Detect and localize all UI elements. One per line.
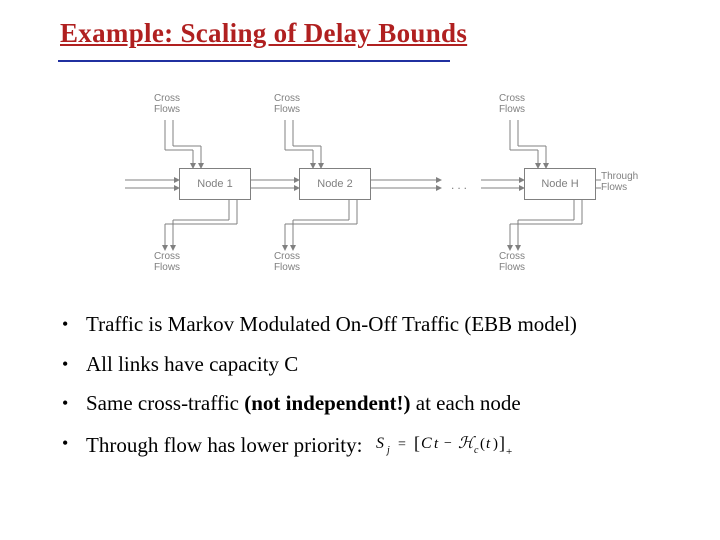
bullet-list: • Traffic is Markov Modulated On-Off Tra… [62, 312, 672, 477]
svg-text:): ) [493, 436, 498, 452]
svg-text:[: [ [414, 433, 420, 453]
bullet-item: • All links have capacity C [62, 352, 672, 378]
bullet-item: • Traffic is Markov Modulated On-Off Tra… [62, 312, 672, 338]
svg-text:]: ] [499, 433, 505, 453]
bullet-item: • Same cross-traffic (not independent!) … [62, 391, 672, 417]
bullet-dot-icon: • [62, 352, 86, 376]
network-diagram: Node 1 Node 2 Node H CrossFlows CrossFlo… [125, 90, 630, 285]
svg-text:−: − [444, 436, 452, 451]
svg-text:t: t [434, 436, 439, 452]
svg-text:t: t [486, 436, 491, 452]
priority-formula: S j = [ C t − ℋ c [374, 431, 534, 464]
diagram-arrows [125, 90, 630, 285]
svg-text:=: = [398, 437, 406, 452]
bullet-dot-icon: • [62, 391, 86, 415]
bullet-item: • Through flow has lower priority: S j =… [62, 431, 672, 464]
bullet-dot-icon: • [62, 431, 86, 455]
svg-text:S: S [376, 435, 384, 452]
title-underline-rule [58, 60, 450, 62]
bullet-dot-icon: • [62, 312, 86, 336]
slide-title: Example: Scaling of Delay Bounds [60, 18, 467, 49]
bullet-text: Traffic is Markov Modulated On-Off Traff… [86, 312, 672, 338]
svg-text:c: c [474, 445, 479, 456]
bullet-text: Same cross-traffic (not independent!) at… [86, 391, 672, 417]
svg-text:(: ( [480, 436, 485, 452]
svg-text:+: + [506, 446, 512, 457]
bullet-text: All links have capacity C [86, 352, 672, 378]
bullet-text: Through flow has lower priority: S j = [… [86, 431, 672, 464]
svg-text:C: C [421, 435, 432, 452]
svg-text:j: j [385, 445, 390, 456]
